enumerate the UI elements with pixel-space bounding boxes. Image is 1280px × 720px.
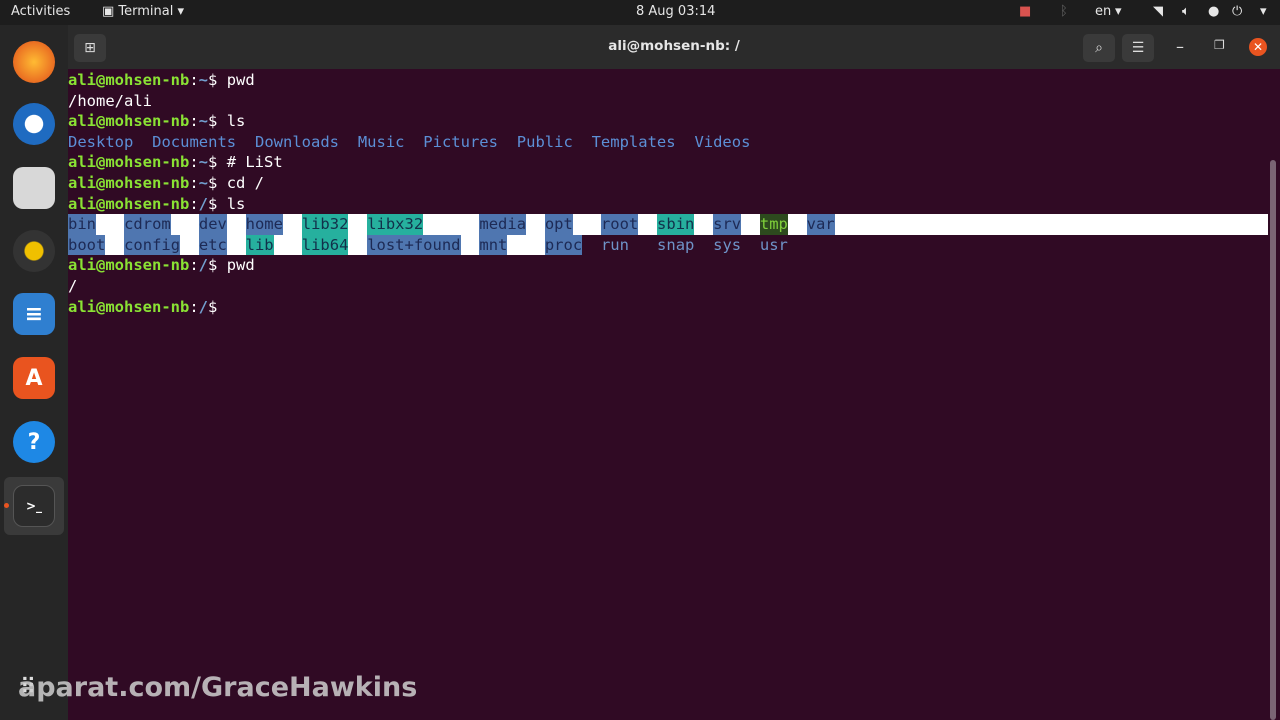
terminal-line: ali@mohsen-nb:/$ pwd [68,256,255,275]
terminal-line: /home/ali [68,91,152,110]
writer-icon[interactable]: ≡ [13,293,55,335]
firefox-icon[interactable] [13,41,55,83]
software-icon[interactable]: A [13,357,55,399]
directory-entry: config [124,234,181,256]
directory-entry: lost+found [367,234,461,256]
directory-entry: lib32 [301,214,349,235]
watermark: aparat.com/GraceHawkins [18,672,418,703]
directory-entry: Public [516,132,573,151]
top-bar: Activities ▣ Terminal ▾ 8 Aug 03:14 ■ ᛒ … [0,0,1280,25]
terminal-content[interactable]: ali@mohsen-nb:~$ pwd /home/ali ali@mohse… [68,70,1268,720]
window-titlebar: ⊞ ali@mohsen-nb: / ⌕ ☰ – ❐ ✕ [68,25,1280,69]
terminal-icon: ▣ [102,4,119,19]
directory-entry: libx32 [367,214,424,235]
directory-entry: sys [713,235,742,254]
running-indicator [4,503,9,508]
directory-entry: proc [544,234,583,256]
directory-entry: Pictures [423,132,498,151]
wifi-icon[interactable]: ◥ [1153,4,1163,19]
microphone-icon[interactable]: ● [1208,4,1219,19]
directory-entry: Desktop [68,132,134,151]
chevron-down-icon[interactable]: ▾ [1260,4,1267,19]
directory-entry: bin [68,214,96,235]
search-icon[interactable]: ⌕ [1083,34,1115,62]
files-icon[interactable] [13,167,55,209]
directory-entry: boot [68,234,106,256]
bluetooth-icon: ᛒ [1060,4,1068,19]
directory-entry: cdrom [124,214,171,235]
ls-output-row-1: bin cdrom dev home lib32 libx32 media opt root sb… [68,214,1268,235]
directory-entry: opt [544,214,573,235]
ls-output: Desktop Documents Downloads Music Pictures Pu… [68,132,1268,153]
terminal-line: ali@mohsen-nb:~$ cd / [68,173,265,192]
help-icon[interactable]: ? [13,421,55,463]
terminal-line: ali@mohsen-nb:/$ [68,297,218,316]
chevron-down-icon: ▾ [173,4,185,19]
directory-entry: sbin [657,214,695,235]
directory-entry: Music [357,132,405,151]
power-icon[interactable]: ⏻ [1232,4,1242,19]
directory-entry: usr [759,235,788,254]
screen-record-icon[interactable]: ■ [1019,4,1031,19]
directory-entry: dev [198,214,227,235]
chevron-down-icon: ▾ [1115,4,1122,19]
terminal-line: ali@mohsen-nb:~$ # LiSt [68,153,283,172]
terminal-line: ali@mohsen-nb:~$ pwd [68,71,255,89]
maximize-icon[interactable]: ❐ [1214,38,1225,52]
directory-entry: srv [713,214,742,235]
minimize-icon[interactable]: – [1176,37,1184,56]
activities-button[interactable]: Activities [11,4,70,19]
ls-output-row-2: boot config etc lib lib64 lost+found mnt proc ru… [68,234,1268,256]
directory-entry: tmp [759,214,788,235]
clock[interactable]: 8 Aug 03:14 [636,4,715,19]
directory-entry: run [600,235,629,254]
directory-entry: etc [198,234,227,256]
directory-entry: Videos [694,132,751,151]
hamburger-menu-icon[interactable]: ☰ [1122,34,1154,62]
directory-entry: lib64 [301,234,349,256]
terminal-line: / [68,276,78,295]
terminal-line: ali@mohsen-nb:~$ ls [68,112,246,131]
directory-entry: media [479,214,527,235]
volume-icon[interactable]: 🔈︎ [1182,4,1190,19]
app-menu[interactable]: ▣ Terminal ▾ [102,4,184,19]
directory-entry: root [600,214,639,235]
directory-entry: home [245,214,283,235]
directory-entry: Documents [152,132,237,151]
directory-entry: snap [657,235,695,254]
rhythmbox-icon[interactable] [13,230,55,272]
directory-entry: Templates [591,132,676,151]
scrollbar[interactable] [1270,160,1276,720]
directory-entry: Downloads [255,132,339,151]
language-selector[interactable]: en [1095,4,1111,19]
terminal-icon[interactable]: >_ [13,485,55,527]
directory-entry: var [806,214,835,235]
dock: ≡ A ? >_ ⠿ [0,25,68,720]
terminal-line: ali@mohsen-nb:/$ ls [68,194,246,213]
directory-entry: mnt [479,234,508,256]
directory-entry: lib [245,234,274,256]
close-icon[interactable]: ✕ [1249,38,1267,56]
thunderbird-icon[interactable] [13,103,55,145]
